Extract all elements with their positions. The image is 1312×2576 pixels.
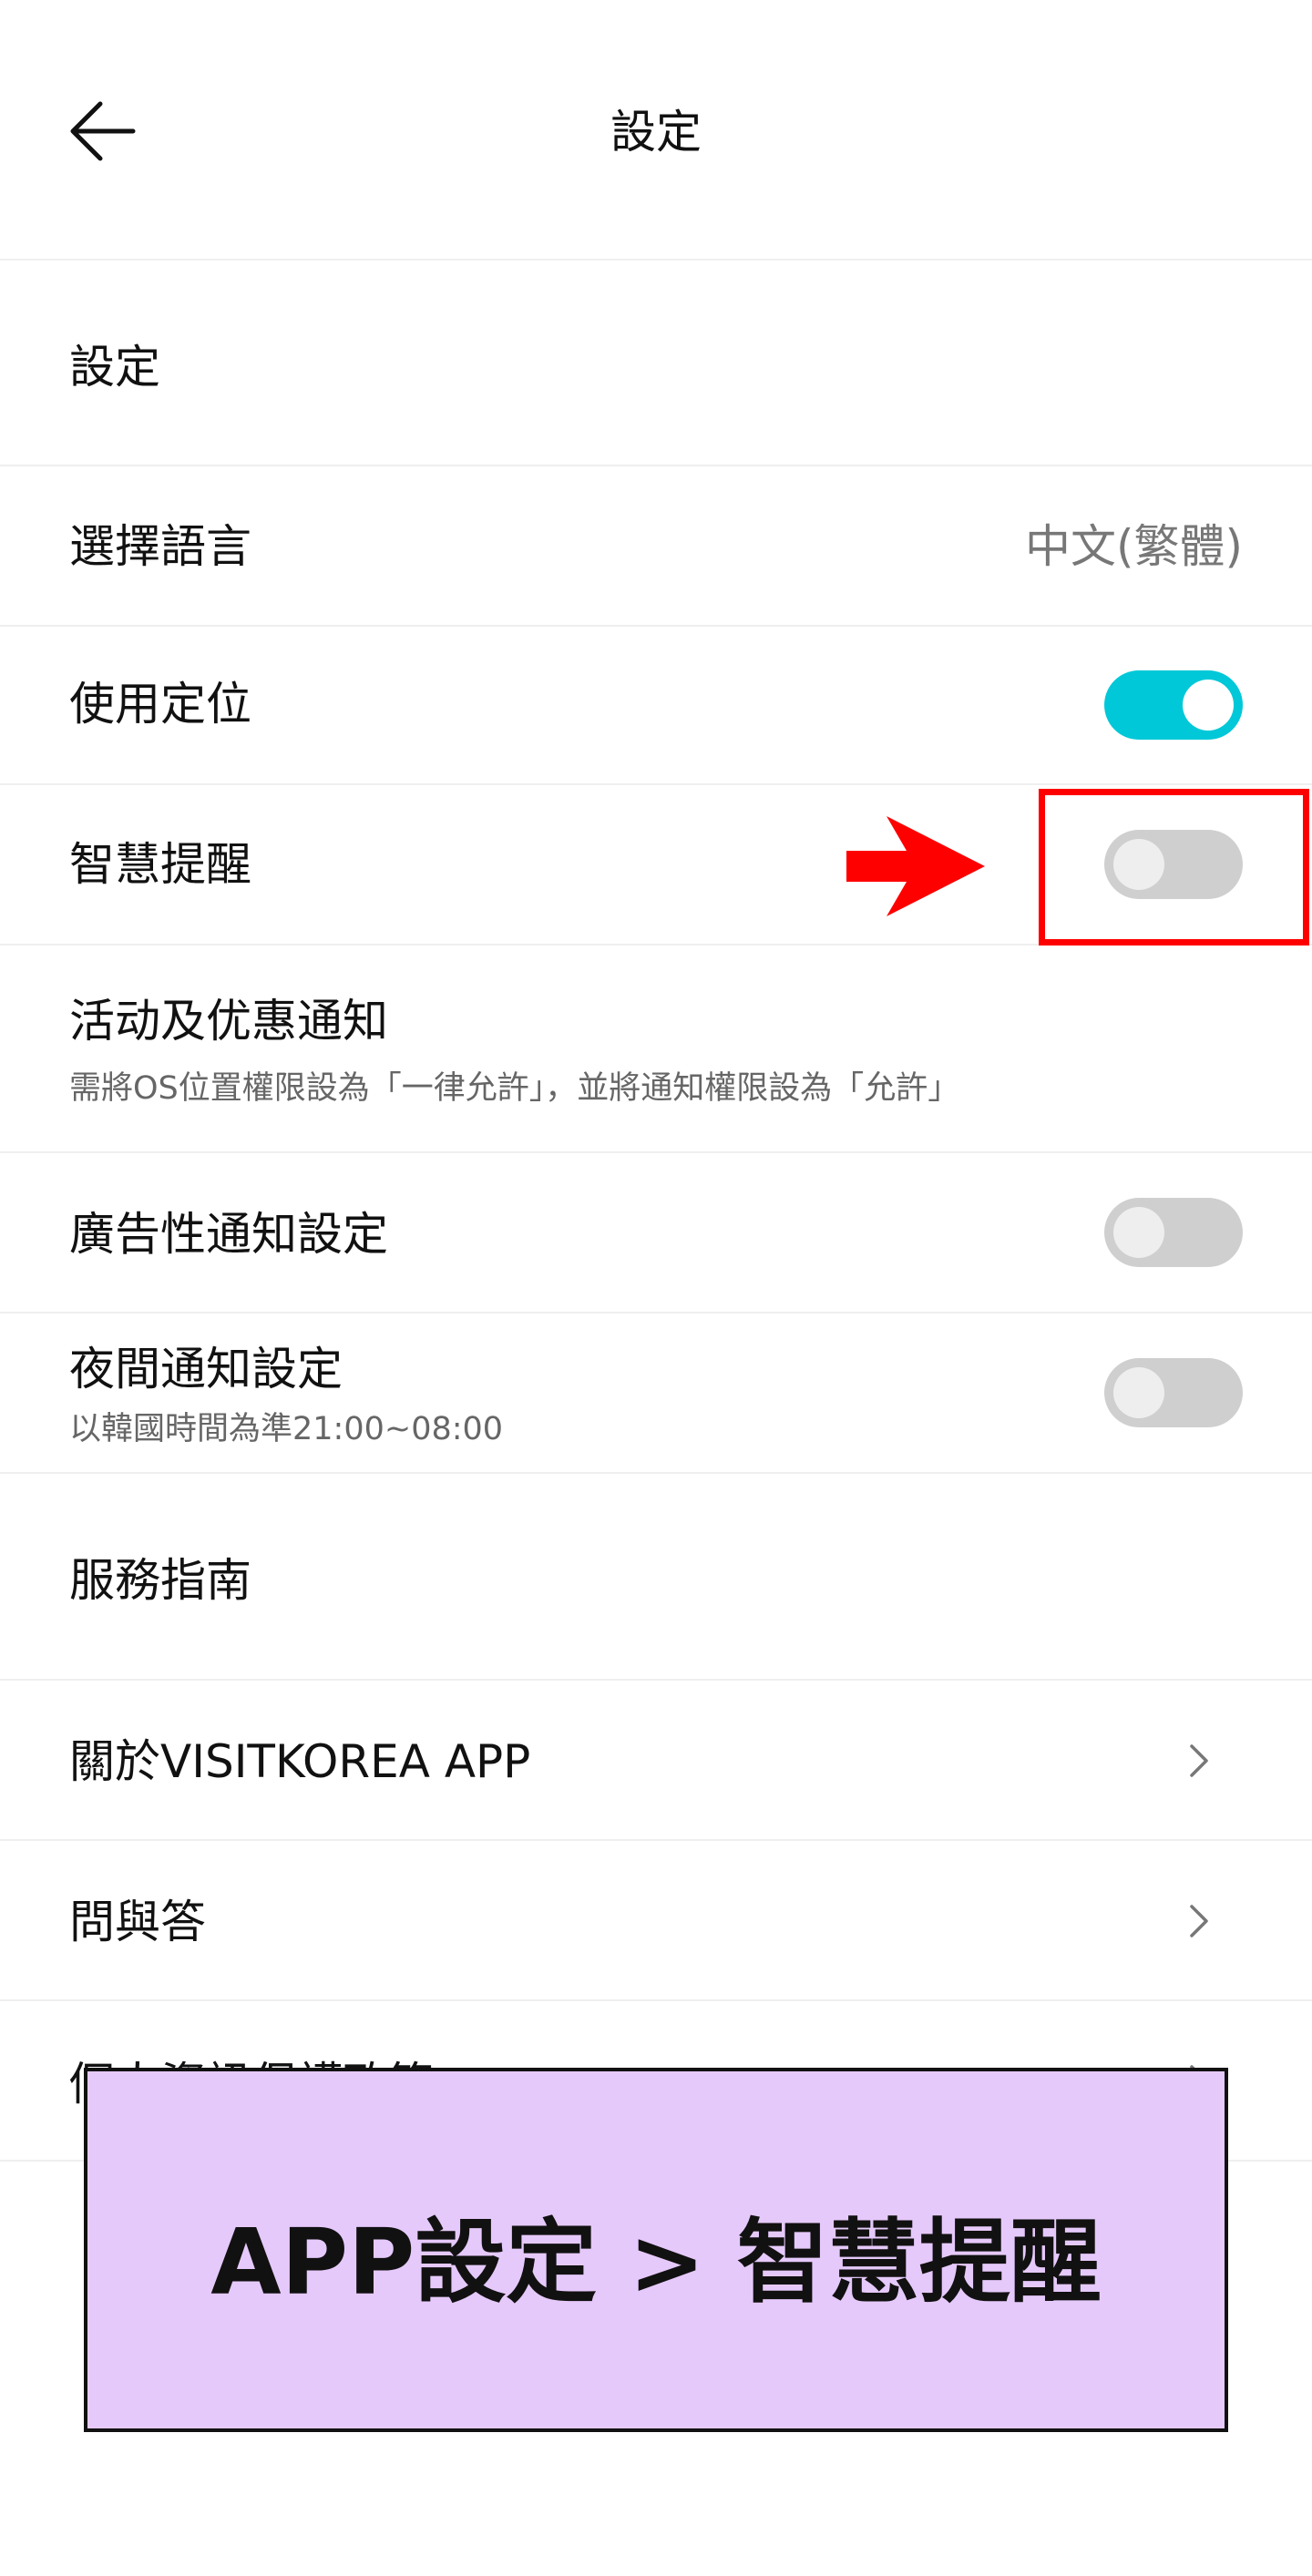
row-label: 使用定位 [69, 678, 251, 731]
row-ad-notice: 廣告性通知設定 [0, 1153, 1312, 1312]
row-label: 活动及优惠通知 [69, 995, 388, 1048]
row-language[interactable]: 選擇語言 中文(繁體) [0, 466, 1312, 625]
caption-text: APP設定 > 智慧提醒 [210, 2209, 1102, 2315]
ad-notice-toggle[interactable] [1104, 1198, 1243, 1267]
row-night-notice: 夜間通知設定 以韓國時間為準21:00~08:00 [0, 1314, 1312, 1472]
row-label: 選擇語言 [69, 520, 251, 573]
section-title-settings: 設定 [69, 341, 160, 394]
row-promo-notice: 活动及优惠通知 需將OS位置權限設為「一律允許」，並將通知權限設為「允許」 [0, 946, 1312, 1151]
location-toggle[interactable] [1104, 670, 1243, 740]
section-title-service: 服務指南 [69, 1554, 251, 1607]
row-label: 關於VISITKOREA APP [69, 1735, 531, 1788]
row-about[interactable]: 關於VISITKOREA APP [0, 1681, 1312, 1839]
row-label: 夜間通知設定 [69, 1343, 343, 1395]
row-label: 問與答 [69, 1896, 206, 1948]
toggle-knob [1183, 680, 1234, 731]
row-label: 智慧提醒 [69, 838, 251, 891]
row-faq[interactable]: 問與答 [0, 1841, 1312, 1999]
row-description: 需將OS位置權限設為「一律允許」，並將通知權限設為「允許」 [69, 1070, 960, 1107]
chevron-right-icon[interactable] [1184, 1901, 1212, 1941]
red-arrow-icon [846, 816, 985, 916]
caption-banner: APP設定 > 智慧提醒 [84, 2068, 1228, 2432]
divider [0, 259, 1312, 261]
chevron-right-icon[interactable] [1184, 1741, 1212, 1781]
highlight-box [1039, 789, 1309, 946]
row-location: 使用定位 [0, 627, 1312, 783]
page-title: 設定 [610, 106, 702, 158]
row-label: 廣告性通知設定 [69, 1208, 388, 1261]
toggle-knob [1113, 1207, 1164, 1258]
divider [0, 1472, 1312, 1474]
row-description: 以韓國時間為準21:00~08:00 [69, 1411, 504, 1447]
toggle-knob [1113, 1367, 1164, 1418]
language-value[interactable]: 中文(繁體) [1025, 516, 1243, 577]
app-header: 設定 [0, 0, 1312, 260]
night-notice-toggle[interactable] [1104, 1358, 1243, 1427]
